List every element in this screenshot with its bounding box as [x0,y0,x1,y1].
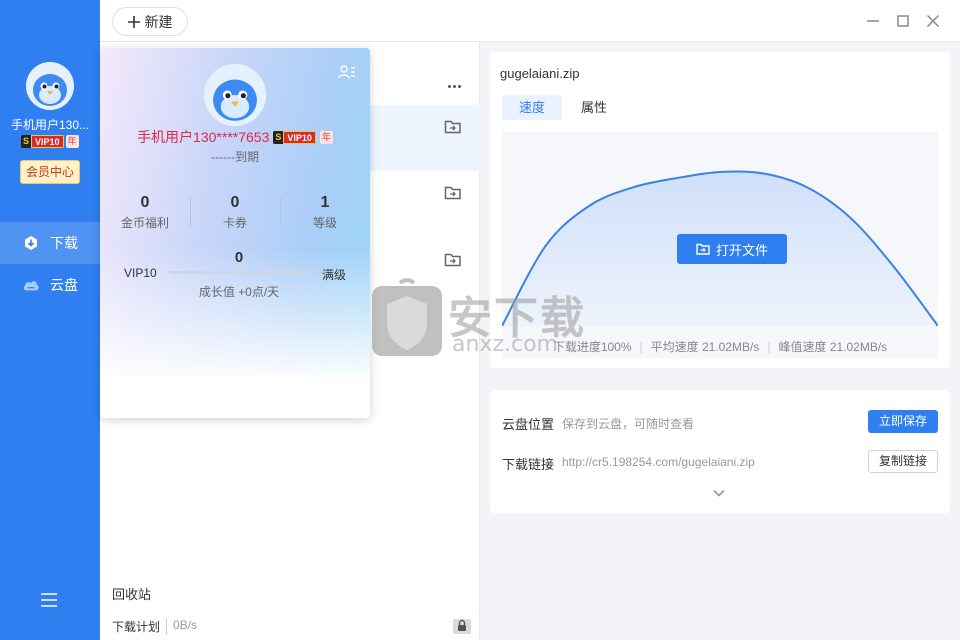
open-folder-icon[interactable] [444,252,464,272]
stats-separator: | [639,339,643,354]
speed-chart-svg [501,170,939,327]
growth-rate-text: 成长值 +0点/天 [198,285,280,299]
folder-open-icon [696,243,710,255]
sidebar-item-label: 云盘 [50,277,78,293]
open-file-label: 打开文件 [715,242,768,258]
cloud-location-label: 云盘位置 [502,417,555,432]
level-progress-bar [169,271,311,274]
current-level-label: VIP10 [124,266,157,280]
hamburger-menu-icon[interactable] [39,592,59,608]
maximize-icon [897,15,909,27]
vip-level-text: VIP10 [31,135,64,148]
stat-coupons[interactable]: 0 卡券 [190,194,280,231]
vip-level-text: VIP10 [283,130,316,144]
download-link-label: 下载链接 [502,457,555,472]
vip-expire-text: ------到期 [211,150,259,164]
year-badge: 年 [319,130,333,144]
sidebar-item-label: 下载 [50,235,78,251]
member-center-button[interactable]: 会员中心 [20,160,80,184]
tab-speed[interactable]: 速度 [502,95,562,120]
growth-value: 0 [234,249,244,266]
user-stats: 0 金币福利 0 卡券 1 等级 [100,194,370,231]
vip-level-badge: S VIP10 [273,130,316,144]
avatar[interactable] [26,62,74,110]
download-plan-speed: 0B/s [166,618,197,635]
stat-value: 0 [230,194,240,211]
download-plan[interactable]: 下载计划 0B/s [112,618,197,635]
year-badge: 年 [65,135,79,148]
recycle-bin-link[interactable]: 回收站 [112,584,151,603]
cloud-location-value: 保存到云盘，可随时查看 [562,417,695,431]
user-card-name-row: 手机用户130****7653 S VIP10 年 [100,127,370,147]
open-folder-icon[interactable] [444,185,464,205]
close-button[interactable] [922,10,944,32]
avg-speed-text: 平均速度 21.02MB/s [650,340,760,354]
stat-value: 0 [140,194,150,211]
stat-label: 卡券 [222,216,247,230]
task-detail-panel: gugelaiani.zip 速度 属性 打开文件 下载进度100% | 平均速… [490,52,950,368]
stat-label: 金币福利 [120,216,169,230]
sidebar-item-cloud[interactable]: 云盘 [0,264,100,306]
more-options-icon[interactable] [444,80,464,92]
vip-s-icon: S [21,135,32,148]
new-task-button[interactable]: 新建 [112,7,188,36]
download-progress-text: 下载进度100% [552,340,632,354]
download-icon [22,234,40,252]
sidebar-vip-badges: S VIP10 年 [21,135,79,148]
sidebar: 手机用户130... S VIP10 年 会员中心 下载 云盘 [0,0,100,640]
close-icon [926,14,940,28]
user-card-popup: 手机用户130****7653 S VIP10 年 ------到期 0 金币福利… [100,48,370,418]
copy-link-button[interactable]: 复制链接 [868,450,938,473]
tab-properties[interactable]: 属性 [564,95,624,120]
sidebar-item-download[interactable]: 下载 [0,222,100,264]
vip-level-badge: S VIP10 [21,135,64,148]
minimize-button[interactable] [862,10,884,32]
speed-chart: 打开文件 下载进度100% | 平均速度 21.02MB/s | 峰值速度 21… [501,132,939,358]
cloud-icon [22,276,40,294]
peak-speed-text: 峰值速度 21.02MB/s [778,340,888,354]
account-manage-icon[interactable] [338,64,356,80]
chevron-down-icon[interactable] [712,486,728,498]
open-file-button[interactable]: 打开文件 [677,234,787,264]
top-toolbar: 新建 [100,0,960,42]
lock-icon[interactable] [452,616,474,636]
user-card-name: 手机用户130****7653 [137,129,270,145]
minimize-icon [867,20,879,22]
sidebar-nav: 下载 云盘 [0,222,100,306]
save-now-button[interactable]: 立即保存 [868,410,938,433]
stats-separator: | [767,339,771,354]
stat-value: 1 [320,194,330,211]
user-card-avatar[interactable] [204,64,266,126]
open-folder-icon[interactable] [444,119,464,139]
stat-coins[interactable]: 0 金币福利 [100,194,190,231]
download-stats: 下载进度100% | 平均速度 21.02MB/s | 峰值速度 21.02MB… [502,338,938,355]
download-plan-label: 下载计划 [112,620,161,634]
bird-avatar-icon [204,64,266,126]
detail-filename: gugelaiani.zip [500,66,580,81]
sidebar-username[interactable]: 手机用户130... [0,116,100,133]
detail-tabs: 速度 属性 [502,95,624,120]
max-level-label: 满级 [322,268,347,282]
download-link-value[interactable]: http://cr5.198254.com/gugelaiani.zip [562,455,755,469]
maximize-button[interactable] [892,10,914,32]
plus-icon [127,15,140,28]
new-task-label: 新建 [144,13,173,30]
cloud-save-panel: 云盘位置 保存到云盘，可随时查看 立即保存 下载链接 http://cr5.19… [490,390,950,513]
stat-level[interactable]: 1 等级 [280,194,370,231]
bird-avatar-icon [26,62,74,110]
vip-s-icon: S [273,130,284,144]
stat-label: 等级 [312,216,337,230]
